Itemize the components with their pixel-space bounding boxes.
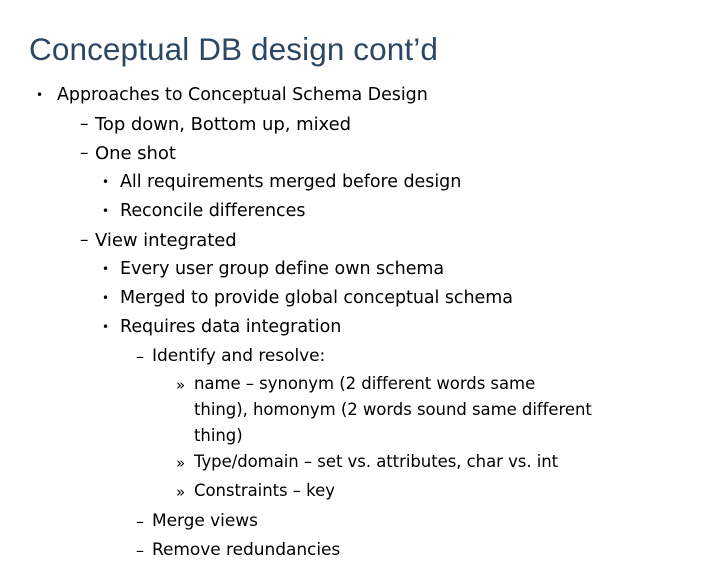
bullet-text: View integrated <box>95 230 237 251</box>
bullet-text: Every user group define own schema <box>120 259 445 279</box>
bullet-item-level-3: • Every user group define own schema <box>0 255 720 284</box>
bullet-marker-icon: » <box>176 454 186 472</box>
bullet-item-level-5: » name – synonym (2 different words same … <box>0 371 720 449</box>
bullet-marker-icon: • <box>102 204 110 218</box>
bullet-item-level-3: • Merged to provide global conceptual sch… <box>0 284 720 313</box>
bullet-marker-icon: – <box>136 347 144 366</box>
bullet-marker-icon: » <box>176 483 186 501</box>
bullet-text: Requires data integration <box>120 317 342 337</box>
bullet-item-level-3: • Requires data integration <box>0 313 720 342</box>
bullet-text: Reconcile differences <box>120 201 306 221</box>
bullet-marker-icon: – <box>80 230 89 250</box>
bullet-item-level-4: – Merge views <box>0 507 720 536</box>
bullet-marker-icon: • <box>102 175 110 189</box>
bullet-item-level-4: – Identify and resolve: <box>0 342 720 371</box>
bullet-item-level-4: – Remove redundancies <box>0 536 720 565</box>
bullet-text: Type/domain – set vs. attributes, char v… <box>194 452 559 471</box>
bullet-marker-icon: – <box>80 143 89 163</box>
bullet-item-level-3: • Reconcile differences <box>0 197 720 226</box>
bullet-text: Approaches to Conceptual Schema Design <box>57 85 428 105</box>
bullet-item-level-5: » Type/domain – set vs. attributes, char … <box>0 449 720 478</box>
bullet-text: All requirements merged before design <box>120 172 462 192</box>
bullet-item-level-5: » Constraints – key <box>0 478 720 507</box>
bullet-marker-icon: – <box>136 512 144 531</box>
bullet-item-level-3: • All requirements merged before design <box>0 168 720 197</box>
bullet-item-level-2: – View integrated <box>0 226 720 255</box>
bullet-item-level-1: • Approaches to Conceptual Schema Design <box>0 81 720 110</box>
bullet-text: Identify and resolve: <box>152 346 326 366</box>
bullet-marker-icon: • <box>102 291 110 305</box>
bullet-item-level-2: – One shot <box>0 139 720 168</box>
bullet-text: Merge views <box>152 511 258 531</box>
bullet-marker-icon: • <box>102 262 110 276</box>
bullet-text: name – synonym (2 different words same t… <box>194 374 592 445</box>
slide-title: Conceptual DB design cont’d <box>29 31 438 67</box>
bullet-marker-icon: • <box>36 88 44 102</box>
slide-canvas: Conceptual DB design cont’d • Approaches … <box>0 0 720 560</box>
bullet-text: Constraints – key <box>194 481 335 500</box>
bullet-marker-icon: – <box>136 541 144 560</box>
bullet-marker-icon: • <box>102 320 110 334</box>
bullet-text: Top down, Bottom up, mixed <box>95 114 351 135</box>
bullet-marker-icon: » <box>176 376 186 394</box>
bullet-text: Merged to provide global conceptual sche… <box>120 288 513 308</box>
bullet-text: Remove redundancies <box>152 540 341 560</box>
bullet-item-level-2: – Top down, Bottom up, mixed <box>0 110 720 139</box>
slide-body-bullet-list: • Approaches to Conceptual Schema Design –… <box>0 81 720 565</box>
bullet-marker-icon: – <box>80 114 89 134</box>
bullet-text: One shot <box>95 143 176 164</box>
